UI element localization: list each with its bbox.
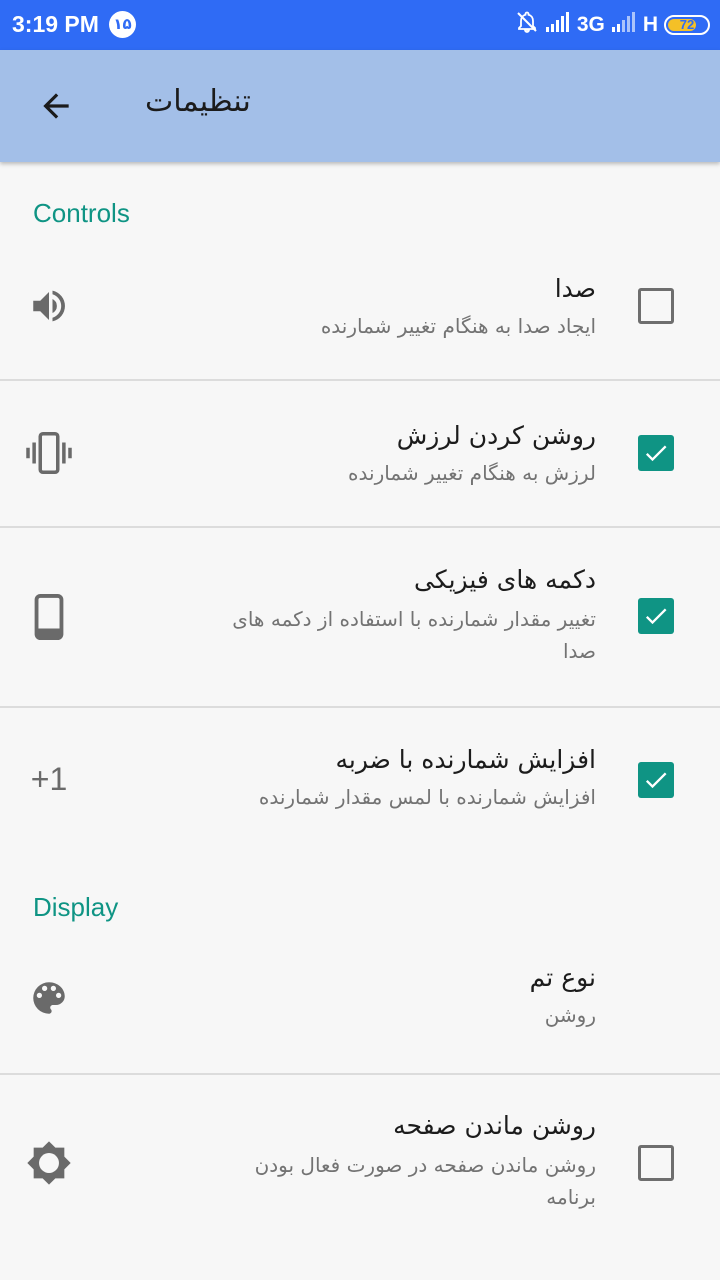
summary-line: روشن ماندن صفحه در صورت فعال بودن	[254, 1153, 596, 1177]
pref-sound-text: صدا ایجاد صدا به هنگام تغییر شمارنده	[146, 272, 596, 342]
network-3g-label: 3G	[576, 13, 605, 36]
palette-icon	[24, 973, 74, 1023]
pref-keep-screen-on-summary: روشن ماندن صفحه در صورت فعال بودن برنامه	[146, 1149, 596, 1213]
pref-tap-increase-title: افزایش شمارنده با ضربه	[335, 745, 596, 774]
pref-keep-screen-on[interactable]: روشن ماندن صفحه روشن ماندن صفحه در صورت …	[0, 1075, 720, 1253]
vibration-icon	[24, 428, 74, 478]
pref-physical-buttons-summary: تغییر مقدار شمارنده با استفاده از دکمه ه…	[146, 603, 596, 667]
pref-physical-buttons[interactable]: دکمه های فیزیکی تغییر مقدار شمارنده با ا…	[0, 528, 720, 706]
section-header-display: Display	[33, 892, 119, 922]
back-button[interactable]	[26, 76, 86, 136]
sound-checkbox[interactable]	[638, 288, 674, 324]
pref-theme-summary: روشن	[544, 1003, 596, 1027]
page-title: تنظیمات	[145, 84, 251, 119]
pref-tap-increase-text: افزایش شمارنده با ضربه افزایش شمارنده با…	[146, 743, 596, 813]
pref-theme-title: نوع تم	[529, 963, 596, 992]
arrow-back-icon	[43, 93, 69, 119]
pref-vibration-text: روشن کردن لرزش لرزش به هنگام تغییر شمارن…	[146, 419, 596, 489]
signal-icon	[611, 11, 637, 39]
pref-vibration-summary: لرزش به هنگام تغییر شمارنده	[348, 461, 596, 485]
vibration-checkbox[interactable]	[638, 435, 674, 471]
pref-vibration[interactable]: روشن کردن لرزش لرزش به هنگام تغییر شمارن…	[0, 381, 720, 526]
signal-icon	[545, 11, 571, 39]
pref-tap-increase[interactable]: +1 افزایش شمارنده با ضربه افزایش شمارنده…	[0, 708, 720, 853]
summary-line: صدا	[562, 639, 596, 663]
keep-screen-on-checkbox[interactable]	[638, 1145, 674, 1181]
phone-icon	[24, 592, 74, 642]
pref-tap-increase-summary: افزایش شمارنده با لمس مقدار شمارنده	[258, 785, 596, 809]
tap-increase-checkbox[interactable]	[638, 762, 674, 798]
plus-one-icon: +1	[30, 760, 68, 797]
status-indicators: 3G H 72	[515, 11, 710, 39]
pref-keep-screen-on-text: روشن ماندن صفحه روشن ماندن صفحه در صورت …	[146, 1109, 596, 1213]
pref-keep-screen-on-title: روشن ماندن صفحه	[393, 1111, 596, 1140]
check-icon	[645, 445, 667, 462]
brightness-icon	[24, 1138, 74, 1188]
physical-buttons-checkbox[interactable]	[638, 598, 674, 634]
summary-line: برنامه	[546, 1185, 596, 1209]
status-time: 3:19 PM	[12, 11, 99, 37]
bell-off-icon	[515, 10, 539, 40]
pref-theme[interactable]: نوع تم روشن	[0, 945, 720, 1073]
pref-sound-title: صدا	[554, 274, 596, 303]
pref-vibration-title: روشن کردن لرزش	[396, 421, 596, 450]
section-header-controls: Controls	[33, 198, 130, 228]
check-icon	[645, 608, 667, 625]
pref-physical-buttons-title: دکمه های فیزیکی	[413, 565, 596, 594]
check-icon	[645, 772, 667, 789]
notification-badge: ۱۵	[109, 11, 136, 38]
pref-physical-buttons-text: دکمه های فیزیکی تغییر مقدار شمارنده با ا…	[146, 563, 596, 667]
status-bar: 3:19 PM ۱۵ 3G H 72	[0, 0, 720, 50]
network-h-label: H	[642, 13, 658, 36]
battery-icon: 72	[664, 15, 710, 35]
pref-sound[interactable]: صدا ایجاد صدا به هنگام تغییر شمارنده	[0, 260, 720, 380]
pref-theme-text: نوع تم روشن	[146, 961, 596, 1031]
app-bar: تنظیمات	[0, 50, 720, 162]
summary-line: تغییر مقدار شمارنده با استفاده از دکمه ه…	[232, 607, 596, 631]
pref-sound-summary: ایجاد صدا به هنگام تغییر شمارنده	[320, 314, 596, 338]
volume-icon	[24, 281, 74, 331]
battery-level: 72	[679, 17, 695, 32]
